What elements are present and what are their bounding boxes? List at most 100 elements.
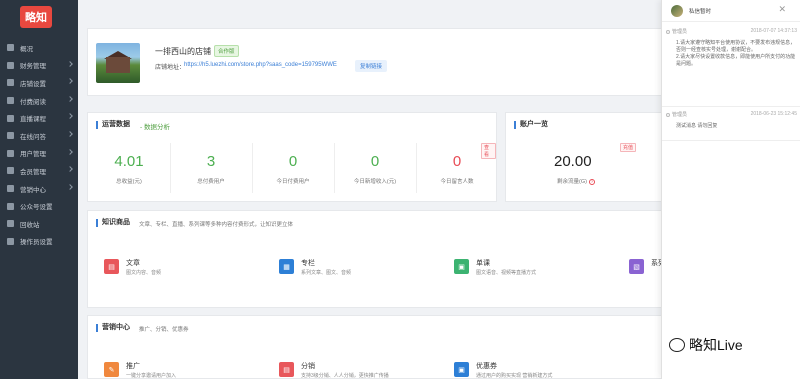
account-title: 账户一览 [514, 121, 548, 129]
marketing-item-title: 推广 [126, 363, 140, 370]
knowledge-item-title: 文章 [126, 260, 140, 267]
help-icon[interactable]: ? [588, 178, 595, 185]
knowledge-card: 知识商品 文章、专栏、直播、系列课等多种内容付费形式，让知识更立体 ▤ 文章 图… [87, 210, 727, 308]
article-icon: ▤ [104, 259, 119, 274]
shop-address-link[interactable]: https://h5.luezhi.com/store.php?saas_cod… [184, 62, 337, 68]
stat-value: 0 [370, 153, 380, 170]
sidebar-item-label: 付费阅读 [20, 98, 46, 106]
store-settings-icon [7, 79, 14, 87]
view-comments-tag[interactable]: 查看 [481, 143, 496, 159]
message-sender-text: 管理员 [672, 29, 688, 35]
sidebar-item-members[interactable]: 会员管理 [0, 162, 78, 180]
stat-label: 今日新增收入(元) [353, 179, 397, 185]
sidebar-item-label: 操作员设置 [20, 239, 53, 247]
copy-link-button[interactable]: 复制链接 [355, 60, 388, 72]
wechat-logo-icon [669, 338, 685, 352]
sidebar-menu: 概况 财务管理 店铺设置 付费阅读 直播课程 在线问答 用户管理 会员管理 营销… [0, 39, 78, 250]
sidebar-item-qa[interactable]: 在线问答 [0, 127, 78, 145]
data-analysis-link[interactable]: - 数据分析 [140, 121, 170, 131]
sidebar-item-label: 在线问答 [20, 133, 46, 141]
sidebar: 略知 概况 财务管理 店铺设置 付费阅读 直播课程 在线问答 用户管理 会员管理… [0, 0, 78, 379]
knowledge-item-desc: 图文内容、音频 [126, 270, 162, 276]
marketing-title: 营销中心 [96, 324, 130, 332]
sidebar-item-marketing[interactable]: 营销中心 [0, 180, 78, 198]
knowledge-item-title: 单课 [476, 260, 490, 267]
coupon-icon: ▣ [454, 362, 469, 377]
operations-card: 运营数据 - 数据分析 4.01 总收益(元) 3 总付费用户 0 今日付费用户… [87, 112, 497, 202]
sidebar-item-users[interactable]: 用户管理 [0, 145, 78, 163]
stat-today-paying-users: 0 今日付费用户 [252, 153, 334, 185]
chevron-right-icon [67, 60, 73, 67]
notification-panel: 私信暂时 ✕ 管理员 2018-07-07 14:37:13 1.请大家遵守略知… [661, 0, 800, 379]
marketing-item-distribution[interactable]: ▤ 分销 支持3级分销、人人分销，更快推广传播 [279, 360, 449, 379]
qa-icon [7, 132, 14, 140]
message-item[interactable]: 管理员 2018-06-23 15:12:45 测试消息 请勿回复 [662, 111, 800, 139]
chevron-right-icon [67, 166, 73, 172]
message-unread-dot [666, 29, 670, 34]
marketing-item-title: 分销 [301, 363, 315, 370]
knowledge-item-column[interactable]: ▦ 专栏 系列文章、图文、音频 [279, 257, 449, 281]
sidebar-item-label: 营销中心 [20, 186, 46, 194]
sidebar-item-live-course[interactable]: 直播课程 [0, 109, 78, 127]
series-icon: ▧ [629, 259, 644, 274]
sidebar-item-wechat[interactable]: 公众号设置 [0, 197, 78, 215]
notification-panel-title: 私信暂时 [689, 8, 712, 15]
sidebar-item-paid-reading[interactable]: 付费阅读 [0, 92, 78, 110]
stat-label: 总收益(元) [116, 179, 142, 185]
members-icon [7, 167, 14, 175]
remaining-traffic-label-text: 剩余流量(G) [557, 179, 587, 185]
recharge-tag[interactable]: 充值 [620, 143, 637, 152]
chevron-right-icon [67, 95, 73, 102]
knowledge-description: 文章、专栏、直播、系列课等多种内容付费形式，让知识更立体 [139, 222, 294, 228]
sidebar-item-operator[interactable]: 操作员设置 [0, 233, 78, 251]
live-course-icon [7, 114, 14, 122]
wechat-icon [7, 202, 14, 210]
sidebar-item-finance[interactable]: 财务管理 [0, 57, 78, 75]
stat-value: 0 [288, 153, 298, 170]
shop-address-label: 店铺地址： [155, 65, 186, 71]
message-item[interactable]: 管理员 2018-07-07 14:37:13 1.请大家遵守略知平台使用协议，… [662, 28, 800, 108]
remaining-traffic-label: 剩余流量(G)? [557, 177, 595, 185]
operator-icon [7, 237, 14, 245]
logo-row: 略知 [0, 0, 78, 34]
promote-icon: ✎ [104, 362, 119, 377]
marketing-item-coupon[interactable]: ▣ 优惠券 通过用户的购买实现 营销新建方式 [454, 360, 624, 379]
marketing-item-title: 优惠券 [476, 363, 497, 370]
distribution-icon: ▤ [279, 362, 294, 377]
chevron-right-icon [67, 78, 73, 85]
shop-card: 一排西山的店铺 合作版 店铺地址： https://h5.luezhi.com/… [87, 28, 727, 96]
home-icon [7, 44, 14, 52]
sidebar-item-store-settings[interactable]: 店铺设置 [0, 74, 78, 92]
sidebar-item-label: 店铺设置 [20, 80, 46, 88]
message-time: 2018-06-23 15:12:45 [750, 111, 797, 117]
operations-title: 运营数据 [96, 121, 130, 129]
sidebar-item-overview[interactable]: 概况 [0, 39, 78, 57]
sidebar-item-trash[interactable]: 回收站 [0, 215, 78, 233]
chevron-right-icon [67, 131, 73, 137]
marketing-card: 营销中心 推广、分销、优惠券 ✎ 推广 一键分享邀请用户加入 ▤ 分销 支持3级… [87, 315, 727, 379]
notification-panel-header: 私信暂时 ✕ [662, 0, 800, 22]
finance-icon [7, 61, 14, 69]
users-icon [7, 149, 14, 157]
sidebar-item-label: 财务管理 [20, 63, 46, 71]
message-time: 2018-07-07 14:37:13 [750, 28, 797, 34]
stat-total-paying-users: 3 总付费用户 [170, 153, 252, 185]
thumbnail-house [106, 57, 130, 73]
message-sender: 管理员 [666, 28, 687, 35]
sidebar-item-label: 概况 [20, 45, 33, 53]
marketing-item-promote[interactable]: ✎ 推广 一键分享邀请用户加入 [104, 360, 274, 379]
knowledge-item-single-course[interactable]: ▣ 单课 图文语音、视频等直播方式 [454, 257, 624, 281]
avatar [671, 4, 683, 17]
stat-label: 今日付费用户 [276, 179, 310, 185]
brand-logo[interactable]: 略知 [20, 6, 52, 28]
knowledge-item-article[interactable]: ▤ 文章 图文内容、音频 [104, 257, 274, 281]
stat-label: 今日留言人数 [440, 179, 474, 185]
single-course-icon: ▣ [454, 259, 469, 274]
marketing-icon [7, 185, 14, 193]
marketing-item-desc: 通过用户的购买实现 营销新建方式 [476, 373, 553, 379]
remaining-traffic-value: 20.00 [554, 153, 592, 170]
trash-icon [7, 220, 14, 228]
close-icon[interactable]: ✕ [778, 4, 786, 15]
stat-total-revenue: 4.01 总收益(元) [88, 153, 170, 185]
knowledge-item-desc: 系列文章、图文、音频 [301, 270, 352, 276]
